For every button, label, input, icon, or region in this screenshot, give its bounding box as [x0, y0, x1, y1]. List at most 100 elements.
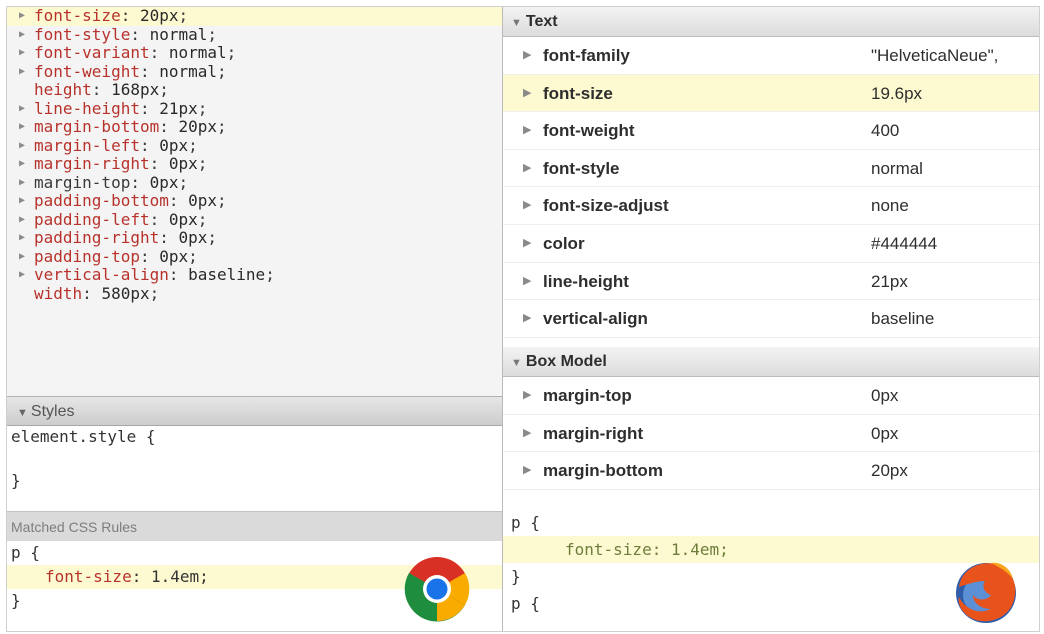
expand-arrow-icon[interactable]: ▶: [19, 192, 34, 211]
property-value: 0px: [178, 228, 208, 247]
property-value: 0px: [168, 209, 198, 229]
text-group-header[interactable]: ▼ Text: [503, 7, 1039, 37]
property-name: width: [34, 283, 83, 303]
property-row[interactable]: ▶ color #444444: [503, 225, 1039, 263]
property-name: font-variant: [34, 43, 150, 62]
computed-property-row[interactable]: ▶ margin-top: 0px;: [7, 172, 502, 193]
expand-arrow-icon[interactable]: ▶: [19, 63, 34, 82]
computed-property-row[interactable]: ▶ margin-bottom: 20px;: [7, 117, 502, 137]
property-value: 400: [871, 121, 900, 141]
property-value: 21px: [159, 98, 198, 118]
expand-arrow-icon[interactable]: ▶: [523, 187, 531, 225]
expand-arrow-icon[interactable]: ▶: [523, 452, 531, 490]
styles-label: Styles: [30, 403, 75, 420]
property-value: none: [871, 196, 909, 216]
expand-arrow-icon[interactable]: ▶: [19, 248, 34, 267]
expand-arrow-icon[interactable]: ▶: [19, 211, 34, 230]
computed-property-row[interactable]: ▶ vertical-align: baseline;: [7, 265, 502, 285]
property-value: 0px: [168, 154, 198, 173]
firefox-logo-icon: [956, 562, 1016, 623]
property-value: baseline: [188, 265, 266, 284]
property-name: margin-left: [34, 135, 140, 155]
element-style-selector: element.style {: [11, 427, 156, 446]
property-value: 20px: [178, 117, 218, 136]
declaration-value: 1.4em;: [150, 567, 209, 586]
disclosure-triangle-icon: ▼: [511, 17, 522, 29]
property-value: 0px: [159, 135, 189, 155]
property-value: normal: [159, 61, 218, 81]
computed-property-row[interactable]: ▶ font-variant: normal;: [7, 43, 502, 63]
expand-arrow-icon[interactable]: ▶: [523, 112, 531, 150]
computed-property-row[interactable]: ▶ font-weight: normal;: [7, 61, 502, 82]
property-name: line-height: [543, 271, 629, 291]
computed-property-row[interactable]: ▶ font-style: normal;: [7, 25, 502, 45]
property-value: 580px: [101, 283, 150, 303]
expand-arrow-icon[interactable]: ▶: [19, 137, 34, 156]
expand-arrow-icon[interactable]: ▶: [19, 7, 34, 26]
property-name: padding-top: [34, 246, 140, 266]
property-value: #444444: [871, 234, 938, 253]
property-row[interactable]: ▶ line-height 21px: [503, 263, 1039, 301]
property-value: 20px: [139, 7, 179, 25]
styles-section-header[interactable]: ▼ Styles: [7, 396, 502, 426]
element-style-block[interactable]: element.style { }: [7, 426, 502, 511]
expand-arrow-icon[interactable]: ▶: [19, 266, 34, 285]
expand-arrow-icon[interactable]: ▶: [523, 150, 531, 188]
property-row[interactable]: ▶ vertical-align baseline: [503, 300, 1039, 338]
property-name: margin-right: [34, 154, 150, 173]
expand-arrow-icon[interactable]: ▶: [19, 26, 34, 45]
expand-arrow-icon[interactable]: ▶: [19, 44, 34, 63]
property-row[interactable]: ▶ font-family "HelveticaNeue",: [503, 37, 1039, 75]
expand-arrow-icon[interactable]: ▶: [523, 415, 531, 453]
property-row[interactable]: ▶ margin-bottom 20px: [503, 452, 1039, 490]
computed-property-row[interactable]: ▶ padding-left: 0px;: [7, 209, 502, 230]
property-name: margin-top: [543, 386, 632, 405]
property-name: line-height: [34, 98, 140, 118]
computed-property-row[interactable]: ▶ line-height: 21px;: [7, 98, 502, 119]
expand-arrow-icon[interactable]: ▶: [19, 118, 34, 137]
property-row[interactable]: ▶ font-style normal: [503, 150, 1039, 188]
computed-property-row[interactable]: ▶ padding-bottom: 0px;: [7, 191, 502, 211]
expand-arrow-icon[interactable]: ▶: [523, 300, 531, 338]
expand-arrow-icon[interactable]: ▶: [523, 225, 531, 263]
property-row[interactable]: ▶ font-size 19.6px: [503, 74, 1039, 113]
expand-arrow-icon[interactable]: ▶: [523, 263, 531, 301]
expand-arrow-icon[interactable]: ▶: [523, 37, 531, 75]
property-name: color: [543, 234, 585, 253]
computed-property-row[interactable]: ▶ padding-right: 0px;: [7, 228, 502, 248]
expand-arrow-icon[interactable]: ▶: [19, 155, 34, 174]
expand-arrow-icon[interactable]: ▶: [523, 75, 531, 113]
computed-property-row[interactable]: ▶ font-size: 20px;: [7, 7, 502, 26]
property-name: font-weight: [543, 121, 635, 141]
property-name: margin-bottom: [543, 461, 663, 481]
property-row[interactable]: ▶ font-weight 400: [503, 112, 1039, 150]
property-row[interactable]: ▶ font-size-adjust none: [503, 187, 1039, 225]
firefox-inspector-panel: ▼ Text ▶ font-family "HelveticaNeue", ▶ font-…: [503, 7, 1039, 631]
matched-css-rules-header: Matched CSS Rules: [7, 511, 502, 541]
computed-property-row[interactable]: ▶ padding-top: 0px;: [7, 246, 502, 267]
expand-arrow-icon[interactable]: ▶: [19, 229, 34, 248]
expand-arrow-icon[interactable]: ▶: [19, 174, 34, 193]
text-group-label: Text: [525, 13, 558, 30]
property-name: font-style: [543, 158, 620, 178]
property-name: font-size: [543, 83, 613, 103]
computed-property-row[interactable]: width: 580px;: [7, 283, 502, 304]
property-name: vertical-align: [543, 309, 648, 329]
property-name: margin-top: [34, 172, 131, 192]
property-value: 20px: [871, 461, 908, 481]
property-value: "HelveticaNeue",: [871, 46, 999, 65]
expand-arrow-icon[interactable]: ▶: [523, 377, 531, 415]
property-row[interactable]: ▶ margin-right 0px: [503, 415, 1039, 453]
computed-property-row[interactable]: ▶ margin-left: 0px;: [7, 135, 502, 156]
property-name: font-family: [543, 46, 630, 65]
computed-property-row[interactable]: height: 168px;: [7, 80, 502, 100]
property-row[interactable]: ▶ margin-top 0px: [503, 377, 1039, 415]
computed-property-row[interactable]: ▶ margin-right: 0px;: [7, 154, 502, 174]
property-name: padding-bottom: [34, 191, 169, 210]
property-name: margin-right: [543, 423, 644, 443]
property-name: font-size: [34, 7, 121, 25]
expand-arrow-icon[interactable]: ▶: [19, 100, 34, 119]
box-model-group-header[interactable]: ▼ Box Model: [503, 347, 1039, 377]
property-name: margin-bottom: [34, 117, 160, 136]
disclosure-triangle-icon: ▼: [511, 357, 522, 369]
